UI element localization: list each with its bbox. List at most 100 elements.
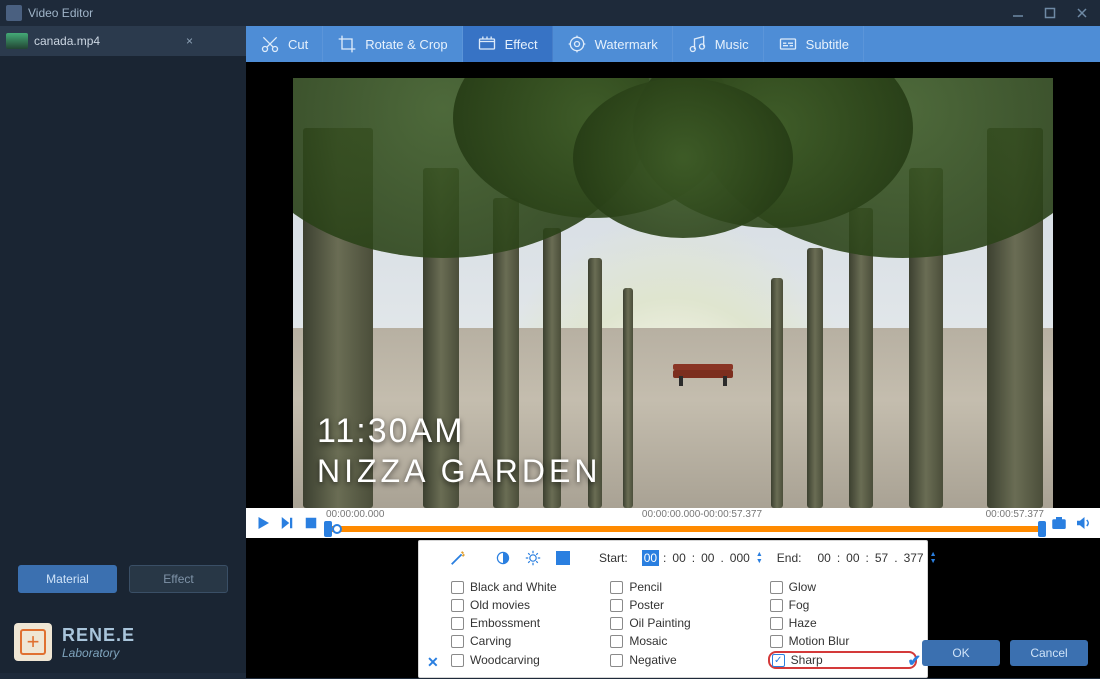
brand-logo-icon: + [14, 623, 52, 661]
toolbar-cut[interactable]: Cut [246, 26, 323, 62]
title-bar: Video Editor [0, 0, 1100, 26]
sidebar-tab-effect[interactable]: Effect [129, 565, 228, 593]
effect-checkbox-carving[interactable]: Carving [449, 633, 598, 649]
effect-checkbox-old-movies[interactable]: Old movies [449, 597, 598, 613]
trim-handle-right[interactable] [1038, 521, 1046, 537]
magic-wand-icon[interactable] [449, 549, 467, 567]
music-icon [687, 34, 707, 54]
overlay-time: 11:30AM [317, 412, 601, 451]
toolbar-rotate-crop[interactable]: Rotate & Crop [323, 26, 462, 62]
effect-checkbox-oil-painting[interactable]: Oil Painting [608, 615, 757, 631]
color-fill-icon[interactable] [555, 549, 571, 567]
effect-label: Pencil [629, 580, 662, 594]
panel-confirm-icon[interactable]: ✔ [908, 651, 921, 671]
brand-line2: Laboratory [62, 647, 135, 659]
watermark-icon [567, 34, 587, 54]
cut-icon [260, 34, 280, 54]
app-title: Video Editor [28, 6, 93, 20]
effect-checkbox-sharp[interactable]: ✓ Sharp [768, 651, 917, 669]
snapshot-button[interactable] [1050, 514, 1068, 532]
checkbox-icon [770, 635, 783, 648]
start-time-spinner[interactable]: ▲▼ [756, 552, 763, 565]
toolbar-music[interactable]: Music [673, 26, 764, 62]
checkbox-icon [610, 635, 623, 648]
effect-label: Old movies [470, 598, 530, 612]
checkbox-icon [610, 581, 623, 594]
effect-checkbox-haze[interactable]: Haze [768, 615, 917, 631]
video-preview[interactable]: 11:30AM NIZZA GARDEN [293, 78, 1053, 508]
start-label: Start: [599, 551, 628, 565]
checkbox-icon [610, 654, 623, 667]
checkbox-icon [451, 617, 464, 630]
time-range-label: 00:00:00.000-00:00:57.377 [642, 509, 762, 520]
brightness-icon[interactable] [525, 549, 541, 567]
checkbox-icon [451, 635, 464, 648]
toolbar-subtitle[interactable]: Subtitle [764, 26, 864, 62]
file-name: canada.mp4 [34, 34, 100, 48]
volume-button[interactable] [1074, 514, 1092, 532]
effect-icon [477, 34, 497, 54]
effect-checkbox-glow[interactable]: Glow [768, 579, 917, 595]
effect-checkbox-mosaic[interactable]: Mosaic [608, 633, 757, 649]
file-tab[interactable]: canada.mp4 × [6, 33, 193, 49]
bench-graphic [673, 364, 733, 386]
checkbox-icon [610, 617, 623, 630]
stop-button[interactable] [302, 514, 320, 532]
timeline[interactable]: 00:00:00.000 00:00:00.000-00:00:57.377 0… [326, 508, 1044, 538]
brand: + RENE.E Laboratory [0, 615, 246, 673]
file-tab-close-icon[interactable]: × [186, 34, 193, 48]
effect-checkbox-black-and-white[interactable]: Black and White [449, 579, 598, 595]
effect-label: Black and White [470, 580, 557, 594]
effect-label: Poster [629, 598, 664, 612]
checkbox-icon [610, 599, 623, 612]
checkbox-icon [770, 617, 783, 630]
effect-checkbox-motion-blur[interactable]: Motion Blur [768, 633, 917, 649]
subtitle-icon [778, 34, 798, 54]
effect-checkbox-pencil[interactable]: Pencil [608, 579, 757, 595]
checkbox-icon: ✓ [772, 654, 785, 667]
effect-checkbox-poster[interactable]: Poster [608, 597, 757, 613]
crop-icon [337, 34, 357, 54]
end-time-field[interactable]: 00: 00: 57. 377 ▲▼ [815, 550, 936, 566]
effect-checkbox-fog[interactable]: Fog [768, 597, 917, 613]
sidebar-tab-material[interactable]: Material [18, 565, 117, 593]
close-window-button[interactable] [1066, 0, 1098, 26]
effect-checkbox-negative[interactable]: Negative [608, 651, 757, 669]
effect-label: Oil Painting [629, 616, 690, 630]
trim-handle-left[interactable] [324, 521, 332, 537]
toolbar-effect[interactable]: Effect [463, 26, 553, 62]
time-end-label: 00:00:57.377 [986, 509, 1044, 520]
checkbox-icon [451, 581, 464, 594]
effect-label: Haze [789, 616, 817, 630]
playback-bar: 00:00:00.000 00:00:00.000-00:00:57.377 0… [246, 508, 1100, 538]
panel-close-icon[interactable]: ✕ [427, 654, 439, 671]
effect-label: Sharp [791, 653, 823, 667]
play-button[interactable] [254, 514, 272, 532]
effect-label: Embossment [470, 616, 540, 630]
play-next-button[interactable] [278, 514, 296, 532]
effect-label: Motion Blur [789, 634, 850, 648]
maximize-button[interactable] [1034, 0, 1066, 26]
cancel-button[interactable]: Cancel [1010, 640, 1088, 666]
checkbox-icon [451, 599, 464, 612]
start-time-field[interactable]: 00: 00: 00. 000 ▲▼ [642, 550, 763, 566]
file-thumbnail-icon [6, 33, 28, 49]
toolbar-watermark[interactable]: Watermark [553, 26, 673, 62]
effect-label: Glow [789, 580, 816, 594]
effect-label: Carving [470, 634, 511, 648]
minimize-button[interactable] [1002, 0, 1034, 26]
overlay-place: NIZZA GARDEN [317, 453, 601, 490]
effect-checkbox-embossment[interactable]: Embossment [449, 615, 598, 631]
top-toolbar: Cut Rotate & Crop Effect Watermark Music… [246, 26, 1100, 62]
time-start-label: 00:00:00.000 [326, 509, 384, 520]
effect-checkbox-woodcarving[interactable]: Woodcarving [449, 651, 598, 669]
effect-label: Fog [789, 598, 810, 612]
contrast-icon[interactable] [495, 549, 511, 567]
effect-label: Negative [629, 653, 676, 667]
checkbox-icon [451, 654, 464, 667]
ok-button[interactable]: OK [922, 640, 1000, 666]
preview-overlay: 11:30AM NIZZA GARDEN [317, 412, 601, 490]
sidebar: canada.mp4 × Material Effect + RENE.E La… [0, 26, 246, 673]
end-time-spinner[interactable]: ▲▼ [930, 552, 937, 565]
playhead[interactable] [332, 524, 342, 534]
